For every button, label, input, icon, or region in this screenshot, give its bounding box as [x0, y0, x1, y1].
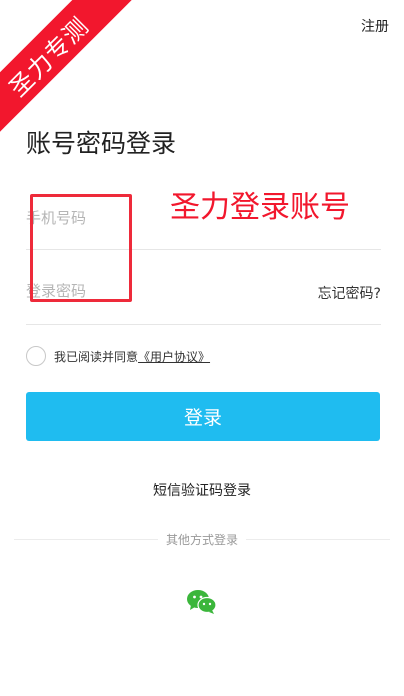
- password-input[interactable]: [26, 276, 266, 306]
- login-button[interactable]: 登录: [26, 392, 380, 441]
- wechat-icon-graphic: [187, 590, 217, 614]
- wechat-icon[interactable]: [186, 588, 218, 616]
- register-link[interactable]: 注册: [361, 16, 389, 36]
- forgot-password-link[interactable]: 忘记密码?: [318, 283, 381, 303]
- other-login-divider: 其他方式登录: [14, 531, 391, 548]
- page-title: 账号密码登录: [26, 129, 177, 158]
- divider-line-right: [246, 539, 391, 540]
- user-agreement-link[interactable]: 《用户协议》: [138, 348, 210, 365]
- password-field: 忘记密码?: [26, 276, 381, 325]
- agreement-text: 我已阅读并同意: [54, 349, 139, 364]
- ribbon-label: 圣力专测: [3, 11, 95, 103]
- agreement-row: 我已阅读并同意 《用户协议》: [26, 346, 210, 366]
- annotation-text: 圣力登录账号: [170, 190, 350, 225]
- other-login-label: 其他方式登录: [166, 533, 239, 547]
- divider-line-left: [14, 539, 158, 540]
- sms-login-link[interactable]: 短信验证码登录: [0, 480, 404, 500]
- corner-ribbon: 圣力专测: [0, 0, 137, 145]
- agreement-checkbox[interactable]: [26, 346, 46, 366]
